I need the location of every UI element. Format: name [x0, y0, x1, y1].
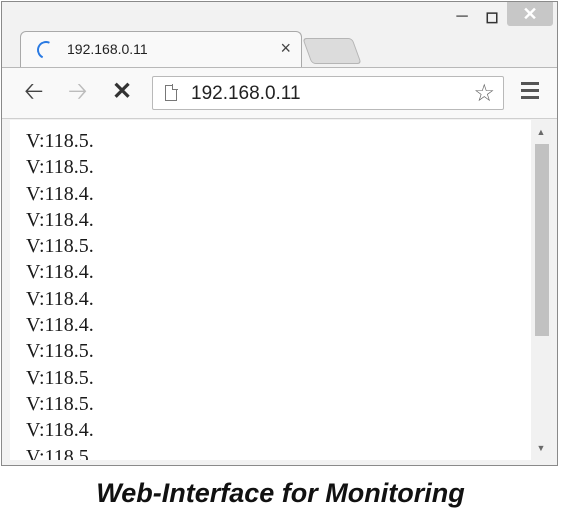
reading-line: V:118.4.	[26, 314, 94, 337]
reading-line: V:118.5.	[26, 130, 94, 152]
toolbar: 🡠 🡢 ✕ 192.168.0.11 ☆	[2, 67, 557, 119]
address-bar[interactable]: 192.168.0.11 ☆	[152, 76, 504, 110]
stop-loading-icon[interactable]: ✕	[112, 80, 132, 104]
reading-line: V:118.5.	[26, 235, 94, 258]
reading-line: V:118.4.	[26, 182, 94, 205]
close-icon[interactable]: ✕	[507, 2, 553, 26]
page-viewport: V:118.5. V:118.5. V:118.4. V:118.4. V:118.5.…	[10, 120, 551, 460]
loading-spinner-icon	[34, 38, 58, 62]
vertical-scrollbar[interactable]: ▲ ▼	[531, 120, 551, 460]
tab-close-icon[interactable]: ×	[280, 38, 291, 59]
bookmark-star-icon[interactable]: ☆	[473, 79, 495, 108]
reading-line: V:118.5.	[26, 366, 94, 389]
browser-window: ─ ◻ ✕ 192.168.0.11 × 🡠 🡢 ✕ 192.168.0.11 …	[1, 1, 558, 466]
page-content: V:118.5. V:118.5. V:118.4. V:118.4. V:118.5.…	[26, 128, 94, 460]
reading-line: V:118.5.	[26, 445, 94, 460]
scroll-up-icon[interactable]: ▲	[531, 122, 551, 142]
reading-line: V:118.5.	[26, 392, 94, 415]
window-controls: ─ ◻ ✕	[447, 2, 553, 32]
title-bar: ─ ◻ ✕ 192.168.0.11 ×	[2, 2, 557, 70]
page-icon	[165, 84, 178, 101]
reading-line: V:118.5.	[26, 340, 94, 363]
reading-line: V:118.5.	[26, 156, 94, 179]
tab-title: 192.168.0.11	[67, 41, 148, 57]
reading-line: V:118.4.	[26, 287, 94, 310]
tab-active[interactable]: 192.168.0.11 ×	[20, 31, 302, 67]
back-arrow-icon[interactable]: 🡠	[24, 80, 43, 104]
maximize-icon[interactable]: ◻	[477, 2, 507, 32]
minimize-icon[interactable]: ─	[447, 2, 477, 32]
forward-arrow-icon[interactable]: 🡢	[68, 80, 87, 104]
menu-icon[interactable]	[521, 82, 539, 103]
address-url[interactable]: 192.168.0.11	[191, 83, 301, 105]
reading-line: V:118.4.	[26, 208, 94, 231]
reading-line: V:118.4.	[26, 261, 94, 284]
reading-line: V:118.4.	[26, 419, 94, 442]
scroll-down-icon[interactable]: ▼	[531, 438, 551, 458]
scroll-thumb[interactable]	[535, 144, 549, 336]
figure-caption: Web-Interface for Monitoring	[96, 478, 465, 508]
new-tab-button[interactable]	[302, 38, 362, 64]
